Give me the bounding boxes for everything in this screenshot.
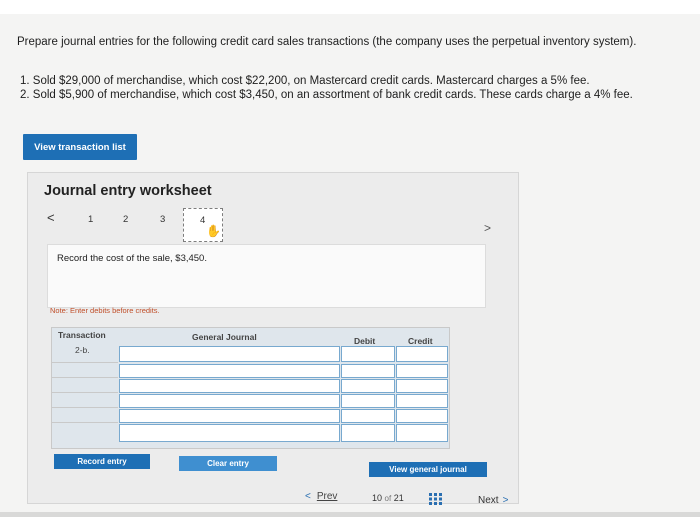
debit-input-5[interactable] [341, 409, 395, 423]
account-input-5[interactable] [119, 409, 340, 423]
view-transaction-list-button[interactable]: View transaction list [23, 134, 137, 160]
page-current: 10 [372, 493, 383, 503]
worksheet-next-arrow-icon[interactable]: > [484, 221, 491, 235]
header-transaction: Transaction [58, 330, 106, 340]
credit-input-1[interactable] [396, 346, 448, 362]
hand-cursor-icon: ✋ [206, 224, 221, 238]
transaction-item-2: 2. Sold $5,900 of merchandise, which cos… [20, 89, 633, 101]
row-divider [52, 407, 118, 408]
page-of: of [384, 494, 392, 503]
header-general-journal: General Journal [192, 332, 257, 342]
grid-icon[interactable] [429, 493, 443, 505]
account-input-1[interactable] [119, 346, 340, 362]
transaction-label: 2-b. [75, 345, 90, 355]
step-tab-2[interactable]: 2 [123, 214, 128, 225]
chevron-left-icon: < [305, 491, 311, 502]
header-debit: Debit [354, 336, 376, 346]
step-tab-4-active[interactable]: 4 ✋ [183, 208, 223, 242]
row-divider [52, 362, 118, 363]
worksheet-title: Journal entry worksheet [44, 183, 212, 199]
page-total: 21 [393, 493, 404, 503]
account-input-4[interactable] [119, 394, 340, 408]
page-counter: 10 of 21 [372, 493, 404, 503]
step-tab-1[interactable]: 1 [88, 214, 93, 225]
debit-input-1[interactable] [341, 346, 395, 362]
prev-label: Prev [316, 491, 338, 502]
header-credit: Credit [408, 336, 433, 346]
account-input-6[interactable] [119, 424, 340, 442]
row-divider [52, 377, 118, 378]
credit-input-6[interactable] [396, 424, 448, 442]
prev-page-link[interactable]: < Prev [305, 491, 337, 502]
next-label: Next [478, 495, 499, 506]
debits-note: Note: Enter debits before credits. [50, 306, 160, 315]
account-input-3[interactable] [119, 379, 340, 393]
transaction-list: 1. Sold $29,000 of merchandise, which co… [20, 74, 633, 102]
credit-input-2[interactable] [396, 364, 448, 378]
next-page-link[interactable]: Next > [478, 495, 508, 506]
debit-input-3[interactable] [341, 379, 395, 393]
chevron-right-icon: > [502, 495, 509, 506]
credit-input-3[interactable] [396, 379, 448, 393]
view-general-journal-button[interactable]: View general journal [369, 462, 487, 477]
debit-input-2[interactable] [341, 364, 395, 378]
record-entry-button[interactable]: Record entry [54, 454, 150, 469]
active-step-label: 4 [200, 215, 206, 226]
instruction-text: Record the cost of the sale, $3,450. [57, 253, 207, 264]
debit-input-6[interactable] [341, 424, 395, 442]
instruction-box: Record the cost of the sale, $3,450. [47, 244, 486, 308]
account-input-2[interactable] [119, 364, 340, 378]
bottom-edge [0, 512, 700, 517]
credit-input-5[interactable] [396, 409, 448, 423]
row-divider [52, 392, 118, 393]
step-tab-3[interactable]: 3 [160, 214, 165, 225]
credit-input-4[interactable] [396, 394, 448, 408]
top-bar [0, 0, 700, 14]
clear-entry-button[interactable]: Clear entry [179, 456, 277, 471]
transaction-item-1: 1. Sold $29,000 of merchandise, which co… [20, 75, 590, 87]
debit-input-4[interactable] [341, 394, 395, 408]
worksheet-prev-arrow-icon[interactable]: < [47, 210, 55, 225]
question-prompt: Prepare journal entries for the followin… [17, 36, 637, 48]
row-divider [52, 422, 118, 423]
